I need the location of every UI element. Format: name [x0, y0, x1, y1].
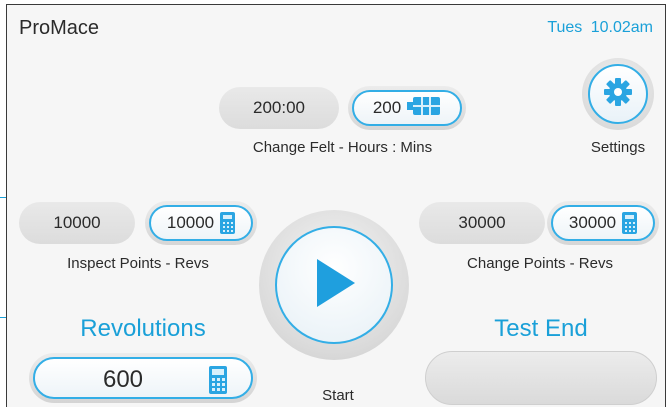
settings-button[interactable]: [582, 58, 654, 130]
inspect-points-current-value: 10000: [53, 213, 101, 232]
test-end-display: [425, 351, 657, 405]
change-felt-setpoint-button[interactable]: 200: [348, 86, 466, 130]
change-points-current-value: 30000: [458, 213, 506, 232]
inspect-points-label: Inspect Points - Revs: [67, 255, 209, 272]
change-felt-current-display: 200:00: [219, 87, 339, 129]
change-felt-current-value: 200:00: [253, 98, 305, 117]
start-button[interactable]: [259, 210, 409, 360]
change-points-setpoint-button[interactable]: 30000: [547, 201, 659, 245]
revolutions-label: Revolutions: [80, 315, 206, 342]
change-felt-setpoint-field: 200: [352, 90, 462, 126]
change-points-setpoint-field: 30000: [551, 205, 655, 241]
inspect-points-setpoint-button[interactable]: 10000: [145, 201, 257, 245]
revolutions-value: 600: [102, 366, 144, 393]
revolutions-field: 600: [33, 357, 253, 399]
test-end-label: Test End: [494, 315, 588, 342]
play-icon: [311, 257, 357, 314]
calculator-icon: [220, 212, 236, 234]
revolutions-button[interactable]: 600: [29, 353, 257, 403]
start-label: Start: [322, 387, 354, 404]
calculator-icon: [209, 366, 227, 394]
inspect-points-setpoint-value: 10000: [166, 213, 215, 232]
promace-screen: ProMace Tues 10.02am 200:00 200 Change F…: [6, 4, 666, 407]
app-title: ProMace: [19, 17, 100, 39]
clock: Tues 10.02am: [547, 19, 653, 36]
change-points-label: Change Points - Revs: [467, 255, 613, 272]
gear-icon: [603, 77, 633, 112]
settings-label: Settings: [590, 139, 646, 156]
inspect-points-setpoint-field: 10000: [149, 205, 253, 241]
change-points-current-display: 30000: [419, 202, 545, 244]
start-button-face: [275, 226, 393, 344]
change-felt-setpoint-value: 200: [372, 98, 402, 117]
change-points-setpoint-value: 30000: [568, 213, 617, 232]
calculator-icon: [622, 212, 638, 234]
change-felt-label: Change Felt - Hours : Mins: [252, 139, 433, 156]
battery-icon: [407, 96, 441, 121]
settings-button-face: [588, 64, 648, 124]
inspect-points-current-display: 10000: [19, 202, 135, 244]
